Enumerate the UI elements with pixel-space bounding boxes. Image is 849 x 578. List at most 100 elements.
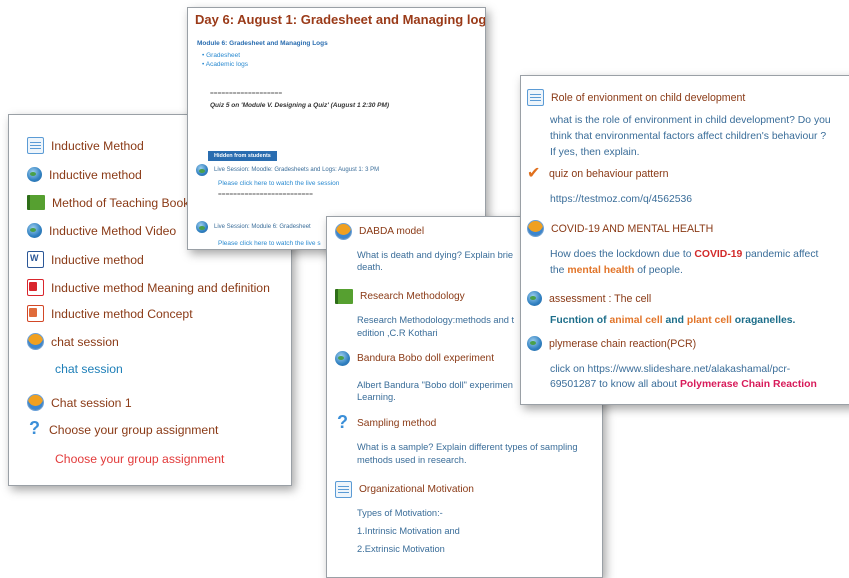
item-label: Inductive Method [51, 138, 144, 153]
plain-text: the [550, 265, 568, 276]
item-pcr[interactable]: plymerase chain reaction(PCR) [527, 336, 696, 351]
dabda-desc-1: What is death and dying? Explain brie [357, 250, 514, 260]
item-inductive-method-video[interactable]: Inductive Method Video [27, 223, 176, 238]
item-dabda-model[interactable]: DABDA model [335, 223, 424, 240]
day6-title: Day 6: August 1: Gradesheet and Managing… [195, 12, 486, 27]
highlight-pcr: Polymerase Chain Reaction [680, 379, 817, 390]
book-icon [27, 195, 45, 210]
item-cell-assessment[interactable]: assessment : The cell [527, 291, 651, 306]
item-group-choice[interactable]: Choose your group assignment [27, 418, 219, 439]
dabda-desc-2: death. [357, 262, 383, 272]
item-label: quiz on behaviour pattern [549, 167, 669, 180]
highlight-animal-cell: animal cell [609, 315, 663, 326]
bandura-desc-2: Learning. [357, 392, 396, 402]
globe-icon [27, 167, 42, 182]
item-environment-role[interactable]: Role of envionment on child development [527, 89, 745, 106]
globe-icon [527, 336, 542, 351]
plain-text: of people. [634, 265, 683, 276]
highlight-mental-health: mental health [567, 265, 635, 276]
research-desc-2: edition ,C.R Kothari [357, 328, 438, 338]
quiz-check-icon [527, 163, 542, 183]
bandura-desc-1: Albert Bandura "Bobo doll" experimen [357, 380, 513, 390]
item-label: DABDA model [359, 226, 425, 237]
item-label: Inductive method [51, 252, 144, 267]
covid-desc-2: the mental health of people. [550, 264, 683, 278]
page-icon [335, 481, 352, 498]
chat-session-link[interactable]: chat session [55, 362, 123, 376]
book-icon [335, 289, 353, 304]
group-assignment-link[interactable]: Choose your group assignment [55, 452, 224, 466]
globe-icon [27, 223, 42, 238]
live-session-2[interactable]: Live Session: Module 6: Gradesheet [196, 221, 311, 233]
plain-text: oraganelles. [731, 315, 796, 326]
quiz-line: Quiz 5 on 'Module V. Designing a Quiz' (… [210, 102, 390, 109]
globe-icon [335, 351, 350, 366]
child-development-panel: Role of envionment on child development … [520, 75, 849, 405]
watch-live-link-2[interactable]: Please click here to watch the live s [218, 240, 321, 247]
env-desc-2: think that environmental factors affect … [550, 131, 827, 142]
item-inductive-method-url[interactable]: Inductive method [27, 167, 142, 182]
item-label: COVID-19 AND MENTAL HEALTH [551, 222, 714, 235]
item-inductive-method-page[interactable]: Inductive Method [27, 137, 144, 154]
live-session-1[interactable]: Live Session: Moodle: Gradesheets and Lo… [196, 164, 379, 176]
item-method-teaching-book[interactable]: Method of Teaching Book [27, 195, 189, 210]
plain-text: and [662, 315, 687, 326]
env-desc-3: If yes, then explain. [550, 147, 640, 158]
org-desc-3: 2.Extrinsic Motivation [357, 544, 445, 554]
item-label: Sampling method [357, 418, 437, 429]
item-inductive-method-word[interactable]: Inductive method [27, 251, 144, 268]
item-label: assessment : The cell [549, 292, 652, 305]
question-icon [335, 412, 350, 433]
module-heading: Module 6: Gradesheet and Managing Logs [197, 40, 328, 47]
forum-icon [527, 220, 544, 237]
item-label: Inductive method Meaning and definition [51, 280, 270, 295]
item-label: Inductive method [49, 167, 142, 182]
plain-text: How does the lockdown due to [550, 249, 695, 260]
item-chat-session[interactable]: chat session [27, 333, 119, 350]
plain-text: pandemic affect [742, 249, 819, 260]
quiz-url[interactable]: https://testmoz.com/q/4562536 [550, 193, 692, 207]
covid-desc-1: How does the lockdown due to COVID-19 pa… [550, 248, 818, 262]
item-inductive-method-concept[interactable]: Inductive method Concept [27, 305, 193, 322]
item-chat-session-1[interactable]: Chat session 1 [27, 394, 132, 411]
bullet-academic-logs[interactable]: • Academic logs [202, 61, 248, 68]
word-doc-icon [27, 251, 44, 268]
question-icon [27, 418, 42, 439]
page-icon [27, 137, 44, 154]
item-label: Chat session 1 [51, 395, 132, 410]
org-desc-1: Types of Motivation:- [357, 508, 443, 518]
live-session-1-label: Live Session: Moodle: Gradesheets and Lo… [214, 167, 380, 173]
pcr-desc-2: 69501287 to know all about Polymerase Ch… [550, 378, 817, 392]
day6-panel: Day 6: August 1: Gradesheet and Managing… [187, 7, 486, 250]
live-session-2-label: Live Session: Module 6: Gradesheet [214, 224, 311, 230]
item-research-methodology[interactable]: Research Methodology [335, 289, 465, 304]
separator-2: ========================= [218, 191, 313, 198]
org-desc-2: 1.Intrinsic Motivation and [357, 526, 460, 536]
item-sampling-method[interactable]: Sampling method [335, 412, 437, 433]
globe-icon [196, 164, 208, 176]
bullet-text: Academic logs [205, 61, 249, 68]
sampling-desc-2: methods used in research. [357, 455, 467, 465]
presentation-icon [27, 305, 44, 322]
item-organizational-motivation[interactable]: Organizational Motivation [335, 481, 474, 498]
globe-icon [196, 221, 208, 233]
item-inductive-method-pdf[interactable]: Inductive method Meaning and definition [27, 279, 270, 296]
highlight-plant-cell: plant cell [686, 315, 732, 326]
item-covid-mental-health[interactable]: COVID-19 AND MENTAL HEALTH [527, 220, 713, 237]
group-assignment-text: Choose your group assignment [55, 452, 225, 466]
forum-icon [335, 223, 352, 240]
bullet-gradesheet[interactable]: • Gradesheet [202, 52, 240, 59]
page-icon [527, 89, 544, 106]
watch-live-link-1[interactable]: Please click here to watch the live sess… [218, 180, 339, 187]
sampling-desc-1: What is a sample? Explain different type… [357, 442, 578, 452]
item-behaviour-quiz[interactable]: quiz on behaviour pattern [527, 163, 669, 183]
separator: =================== [210, 90, 283, 97]
item-label: plymerase chain reaction(PCR) [549, 337, 697, 350]
pcr-desc-1: click on https://www.slideshare.net/alak… [550, 364, 791, 375]
item-label: Choose your group assignment [49, 422, 219, 437]
pdf-icon [27, 279, 44, 296]
item-label: Inductive Method Video [49, 223, 177, 238]
item-bandura-experiment[interactable]: Bandura Bobo doll experiment [335, 351, 494, 366]
chat-session-text: chat session [55, 362, 123, 376]
item-label: Research Methodology [360, 291, 465, 302]
